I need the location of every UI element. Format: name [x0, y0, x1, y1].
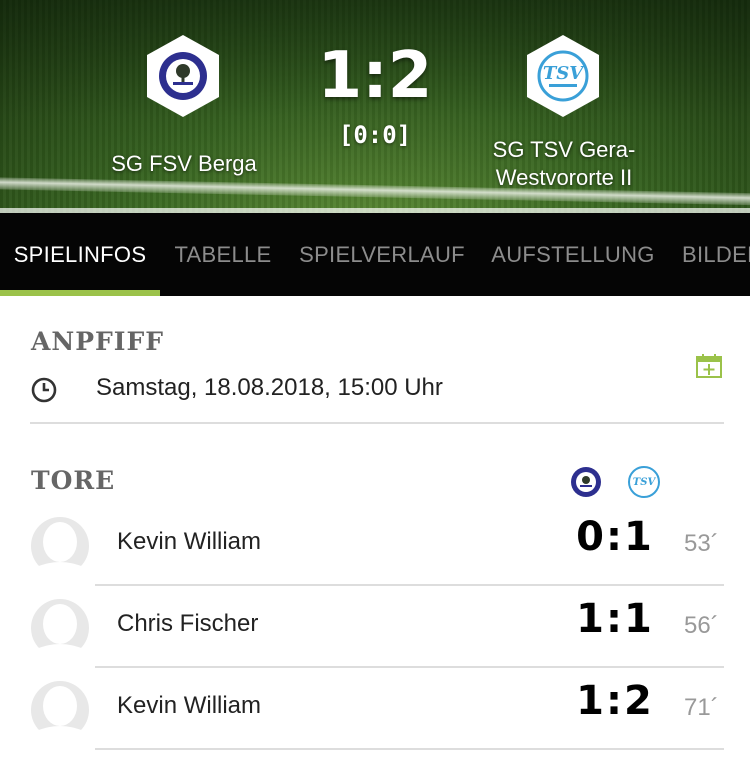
tab-bilder[interactable]: BILDER — [668, 213, 750, 296]
goal-scorer-name: Kevin William — [117, 528, 262, 555]
svg-text:TSV: TSV — [633, 477, 657, 488]
goal-scorer-name: Kevin William — [117, 692, 262, 719]
away-team-mini-logo-icon: TSV — [628, 466, 660, 498]
halftime-score: [0:0] — [338, 121, 412, 149]
kickoff-row: Samstag, 18.08.2018, 15:00 Uhr — [30, 360, 724, 424]
svg-text:TSV: TSV — [543, 63, 585, 84]
goal-scorer-name: Chris Fischer — [117, 610, 259, 637]
goal-score: 1:2 — [576, 678, 654, 724]
player-avatar-icon — [31, 599, 89, 658]
goal-minute: 56´ — [684, 612, 719, 639]
goal-score: 1:1 — [576, 596, 654, 642]
away-team-name[interactable]: SG TSV Gera- Westvororte II — [462, 136, 666, 192]
kickoff-section-title: ANPFIFF — [31, 327, 164, 356]
away-team-name-line2: Westvororte II — [495, 165, 633, 190]
tab-spielverlauf[interactable]: SPIELVERLAUF — [286, 213, 478, 296]
player-avatar-icon — [31, 681, 89, 740]
goal-row[interactable]: Kevin William 1:2 71´ — [0, 668, 750, 750]
goal-row[interactable]: Chris Fischer 1:1 56´ — [0, 586, 750, 668]
away-team-logo-icon[interactable]: TSV — [525, 33, 601, 119]
home-team-mini-logo-icon — [571, 467, 601, 497]
goal-row[interactable]: Kevin William 0:1 53´ — [0, 504, 750, 586]
goal-minute: 53´ — [684, 530, 719, 557]
home-team-logo-icon[interactable] — [145, 33, 221, 119]
goal-minute: 71´ — [684, 694, 719, 721]
tab-bar: SPIELINFOS TABELLE SPIELVERLAUF AUFSTELL… — [0, 213, 750, 296]
player-avatar-icon — [31, 517, 89, 576]
away-team-name-line1: SG TSV Gera- — [492, 137, 636, 162]
clock-icon — [31, 377, 57, 403]
tab-spielinfos[interactable]: SPIELINFOS — [0, 213, 160, 296]
kickoff-datetime: Samstag, 18.08.2018, 15:00 Uhr — [96, 374, 443, 401]
final-score: 1:2 — [317, 39, 433, 113]
tab-tabelle[interactable]: TABELLE — [160, 213, 286, 296]
goals-section-title: TORE — [31, 466, 116, 495]
home-team-name[interactable]: SG FSV Berga — [84, 150, 284, 178]
match-header: SG FSV Berga 1:2 [0:0] TSV SG TSV Gera- … — [0, 0, 750, 213]
tab-aufstellung[interactable]: AUFSTELLUNG — [478, 213, 668, 296]
goal-score: 0:1 — [576, 514, 654, 560]
